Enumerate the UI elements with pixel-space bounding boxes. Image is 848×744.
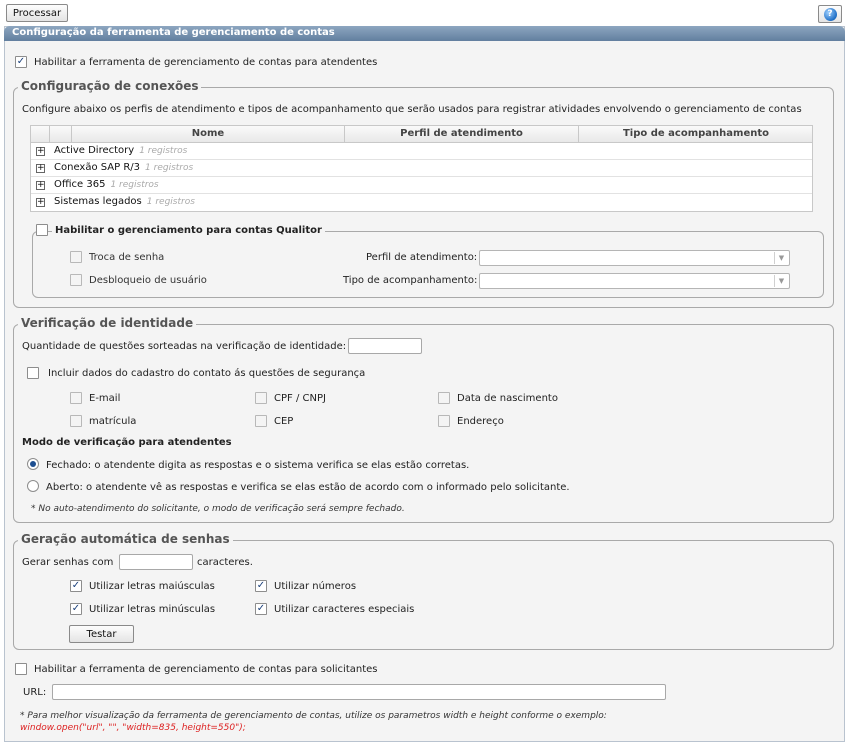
table-row[interactable]: + Conexão SAP R/3 1 registros — [31, 160, 812, 177]
check-icon: ✓ — [256, 580, 266, 591]
help-globe-icon: ? — [823, 7, 837, 21]
numbers-checkbox[interactable]: ✓ — [255, 580, 267, 592]
enable-requesters-checkbox[interactable] — [15, 663, 27, 675]
enable-qualitor-checkbox[interactable] — [36, 224, 48, 236]
include-contact-data-checkbox[interactable] — [27, 367, 39, 379]
field-address-checkbox[interactable] — [438, 415, 450, 427]
user-unlock-label: Desbloqueio de usuário — [89, 275, 207, 286]
lowercase-label: Utilizar letras minúsculas — [89, 604, 216, 615]
qualitor-legend: Habilitar o gerenciamento para contas Qu… — [52, 225, 325, 236]
check-icon: ✓ — [71, 603, 81, 614]
column-followup[interactable]: Tipo de acompanhamento — [578, 126, 813, 142]
connections-legend: Configuração de conexões — [18, 79, 202, 93]
field-cep-checkbox[interactable] — [255, 415, 267, 427]
row-count: 1 registros — [145, 163, 194, 173]
chevron-down-icon: ▼ — [774, 275, 788, 287]
followup-select[interactable]: ▼ — [479, 273, 790, 289]
check-icon: ✓ — [256, 603, 266, 614]
lowercase-checkbox[interactable]: ✓ — [70, 603, 82, 615]
include-contact-data-label: Incluir dados do cadastro do contato ás … — [48, 368, 366, 379]
connections-description: Configure abaixo os perfis de atendiment… — [22, 104, 802, 115]
table-row[interactable]: + Active Directory 1 registros — [31, 143, 812, 160]
row-name: Active Directory 1 registros — [54, 145, 188, 156]
questions-input[interactable] — [348, 338, 422, 354]
followup-label: Tipo de acompanhamento: — [343, 275, 478, 286]
row-name: Sistemas legados 1 registros — [54, 196, 195, 207]
help-button[interactable]: ? — [818, 5, 842, 23]
special-label: Utilizar caracteres especiais — [274, 604, 415, 615]
profile-label: Perfil de atendimento: — [366, 252, 478, 263]
plus-square-icon[interactable]: + — [36, 181, 45, 190]
row-count: 1 registros — [110, 180, 159, 190]
row-count: 1 registros — [146, 197, 195, 207]
check-icon: ✓ — [71, 580, 81, 591]
url-label: URL: — [23, 687, 47, 698]
connections-grid: Nome Perfil de atendimento Tipo de acomp… — [30, 125, 813, 212]
plus-square-icon[interactable]: + — [36, 198, 45, 207]
table-row[interactable]: + Sistemas legados 1 registros — [31, 194, 812, 211]
password-change-checkbox[interactable] — [70, 251, 82, 263]
process-button[interactable]: Processar — [6, 4, 68, 22]
mode-title: Modo de verificação para atendentes — [22, 437, 232, 448]
row-name: Conexão SAP R/3 1 registros — [54, 162, 194, 173]
special-checkbox[interactable]: ✓ — [255, 603, 267, 615]
enable-attendants-checkbox[interactable]: ✓ — [15, 56, 27, 68]
user-unlock-checkbox[interactable] — [70, 274, 82, 286]
identity-note: * No auto-atendimento do solicitante, o … — [31, 504, 405, 514]
field-cpf-label: CPF / CNPJ — [274, 393, 326, 404]
field-email-checkbox[interactable] — [70, 392, 82, 404]
mode-open-label: Aberto: o atendente vê as respostas e ve… — [46, 482, 570, 493]
plus-square-icon[interactable]: + — [36, 164, 45, 173]
field-registration-checkbox[interactable] — [70, 415, 82, 427]
generate-prefix: Gerar senhas com — [22, 557, 114, 568]
url-input[interactable] — [52, 684, 666, 700]
field-registration-label: matrícula — [89, 416, 137, 427]
field-birthdate-checkbox[interactable] — [438, 392, 450, 404]
grid-header: Nome Perfil de atendimento Tipo de acomp… — [31, 126, 812, 143]
test-button[interactable]: Testar — [69, 625, 134, 643]
uppercase-label: Utilizar letras maiúsculas — [89, 581, 215, 592]
questions-label: Quantidade de questões sorteadas na veri… — [22, 341, 347, 352]
check-icon: ✓ — [16, 56, 26, 67]
row-name: Office 365 1 registros — [54, 179, 159, 190]
panel-title: Configuração da ferramenta de gerenciame… — [4, 26, 845, 41]
passwords-legend: Geração automática de senhas — [18, 532, 233, 546]
column-profile[interactable]: Perfil de atendimento — [344, 126, 578, 142]
enable-attendants-label: Habilitar a ferramenta de gerenciamento … — [34, 57, 378, 68]
table-row[interactable]: + Office 365 1 registros — [31, 177, 812, 194]
plus-square-icon[interactable]: + — [36, 147, 45, 156]
requesters-note: * Para melhor visualização da ferramenta… — [20, 711, 607, 721]
row-count: 1 registros — [139, 146, 188, 156]
profile-select[interactable]: ▼ — [479, 250, 790, 266]
password-length-input[interactable] — [119, 554, 193, 570]
uppercase-checkbox[interactable]: ✓ — [70, 580, 82, 592]
requesters-example: window.open("url", "", "width=835, heigh… — [20, 723, 246, 733]
mode-closed-label: Fechado: o atendente digita as respostas… — [46, 460, 470, 471]
generate-suffix: caracteres. — [197, 557, 253, 568]
field-address-label: Endereço — [457, 416, 504, 427]
field-cep-label: CEP — [274, 416, 294, 427]
mode-closed-radio[interactable] — [27, 458, 39, 470]
numbers-label: Utilizar números — [274, 581, 357, 592]
password-change-label: Troca de senha — [89, 252, 165, 263]
identity-legend: Verificação de identidade — [18, 316, 197, 330]
field-cpf-checkbox[interactable] — [255, 392, 267, 404]
mode-open-radio[interactable] — [27, 480, 39, 492]
column-name[interactable]: Nome — [71, 126, 344, 142]
chevron-down-icon: ▼ — [774, 252, 788, 264]
field-birthdate-label: Data de nascimento — [457, 393, 558, 404]
enable-requesters-label: Habilitar a ferramenta de gerenciamento … — [34, 664, 378, 675]
field-email-label: E-mail — [89, 393, 121, 404]
